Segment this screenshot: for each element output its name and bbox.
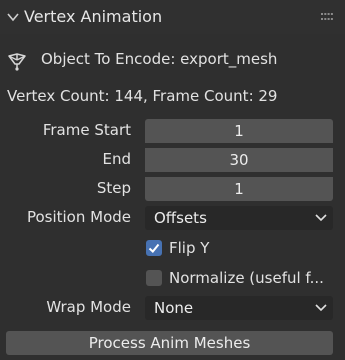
checkmark-icon	[148, 243, 160, 253]
panel-title: Vertex Animation	[24, 7, 163, 26]
normalize-checkbox[interactable]	[146, 270, 162, 286]
chevron-down-icon	[315, 214, 327, 222]
frame-end-label: End	[102, 150, 131, 168]
chevron-down-icon[interactable]	[6, 10, 20, 24]
wrap-mode-value: None	[154, 299, 194, 317]
frame-step-label: Step	[96, 179, 131, 197]
wrap-mode-dropdown[interactable]: None	[145, 296, 333, 320]
frame-start-field[interactable]: 1	[145, 119, 333, 143]
grip-icon[interactable]	[321, 13, 333, 21]
frame-start-label: Frame Start	[42, 121, 131, 139]
position-mode-dropdown[interactable]: Offsets	[145, 206, 333, 230]
flip-y-row[interactable]: Flip Y	[145, 238, 335, 260]
object-to-encode-row: Object To Encode: export_mesh	[6, 48, 336, 72]
frame-step-field[interactable]: 1	[145, 177, 333, 201]
normalize-row[interactable]: Normalize (useful f...	[145, 268, 335, 290]
process-anim-meshes-button[interactable]: Process Anim Meshes	[6, 331, 333, 355]
wrap-mode-label: Wrap Mode	[46, 298, 131, 316]
position-mode-label: Position Mode	[26, 208, 131, 226]
position-mode-value: Offsets	[154, 209, 207, 227]
chevron-down-icon	[315, 304, 327, 312]
vertex-frame-count-text: Vertex Count: 144, Frame Count: 29	[7, 87, 278, 105]
armature-object-icon	[8, 53, 26, 71]
vertex-animation-panel: Vertex Animation Object To Encode: expor…	[0, 0, 345, 360]
flip-y-checkbox[interactable]	[146, 240, 162, 256]
frame-end-field[interactable]: 30	[145, 148, 333, 172]
normalize-label: Normalize (useful f...	[169, 269, 324, 287]
flip-y-label: Flip Y	[169, 239, 210, 257]
object-to-encode-text: Object To Encode: export_mesh	[41, 50, 278, 68]
panel-header[interactable]: Vertex Animation	[0, 0, 345, 34]
